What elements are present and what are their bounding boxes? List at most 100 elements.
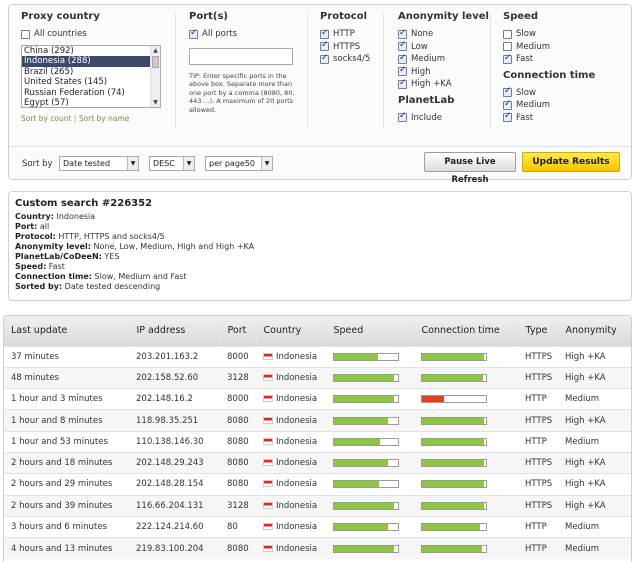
checkbox-icon[interactable] <box>503 86 512 98</box>
cell-speed-bar-fill <box>334 481 379 488</box>
country-option[interactable]: Egypt (57) <box>22 98 160 107</box>
checkbox-icon[interactable] <box>398 111 407 123</box>
cell-country: Indonesia <box>256 516 326 537</box>
header-connection-time[interactable]: Connection time <box>414 316 519 346</box>
checkbox-icon[interactable] <box>320 40 329 52</box>
sort-by-count-link[interactable]: Sort by count <box>21 114 72 123</box>
scroll-up-icon[interactable]: ▲ <box>151 46 160 55</box>
checkbox-icon[interactable] <box>398 53 407 64</box>
cell-last-update: 2 hours and 18 minutes <box>11 458 113 469</box>
country-option[interactable]: Russian Federation (74) <box>22 88 160 99</box>
cell-connection-time-bar-fill <box>422 417 485 424</box>
connection-time-option[interactable]: Slow <box>503 86 595 100</box>
checkbox-icon[interactable] <box>503 42 512 52</box>
cell-speed <box>326 431 414 452</box>
summary-line: Country: Indonesia <box>15 212 96 221</box>
checkbox-icon[interactable] <box>398 65 407 77</box>
header-country[interactable]: Country <box>256 316 327 346</box>
sort-bar: Sort by Date tested ▼ DESC ▼ per page50 … <box>9 146 631 185</box>
checkbox-icon[interactable] <box>189 28 198 39</box>
update-results-button[interactable]: Update Results <box>522 152 620 172</box>
speed-option[interactable]: Fast <box>503 53 595 66</box>
checkbox-icon[interactable] <box>320 53 329 64</box>
sort-separator: | <box>71 113 79 123</box>
checkbox-icon[interactable] <box>503 53 512 64</box>
cell-ip-address: 202.148.29.243 <box>136 458 204 469</box>
anonymity-option[interactable]: High <box>398 65 489 79</box>
header-port[interactable]: Port <box>220 316 257 346</box>
protocol-option[interactable]: socks4/5 <box>320 53 370 66</box>
country-option[interactable]: United States (145) <box>22 77 160 88</box>
cell-type: HTTPS <box>525 372 553 383</box>
flag-indonesia-icon <box>263 373 273 381</box>
all-ports-checkbox[interactable]: All ports <box>189 28 301 41</box>
cell-country: Indonesia <box>256 452 326 473</box>
table-row[interactable]: 3 hours and 6 minutes 222.124.214.60 80 Ind… <box>4 516 631 537</box>
checkbox-icon[interactable] <box>398 78 407 89</box>
cell-speed-bar <box>333 480 399 489</box>
header-last-update[interactable]: Last update <box>4 316 130 346</box>
speed-option[interactable]: Slow <box>503 28 595 41</box>
per-page-select[interactable]: per page50 ▼ <box>205 156 273 171</box>
table-row[interactable]: 1 hour and 8 minutes 118.98.35.251 8080 Ind… <box>4 409 631 432</box>
connection-time-option[interactable]: Medium <box>503 99 595 112</box>
protocol-option[interactable]: HTTP <box>320 28 370 41</box>
cell-country: Indonesia <box>256 431 326 452</box>
speed-filter: Speed SlowMediumFast Connection time Slo… <box>503 11 595 124</box>
cell-country: Indonesia <box>256 389 326 410</box>
checkbox-icon[interactable] <box>398 28 407 39</box>
flag-indonesia-icon <box>263 395 273 403</box>
table-row[interactable]: 48 minutes 202.158.52.60 3128 Indonesia HTTP… <box>4 367 631 389</box>
table-row[interactable]: 1 hour and 3 minutes 202.148.16.2 8000 Indo… <box>4 388 631 410</box>
anonymity-option[interactable]: Medium <box>398 53 489 66</box>
anonymity-option[interactable]: Low <box>398 40 489 54</box>
anonymity-option[interactable]: High +KA <box>398 78 489 91</box>
header-speed[interactable]: Speed <box>326 316 415 346</box>
speed-option[interactable]: Medium <box>503 41 595 54</box>
header-ip-address[interactable]: IP address <box>129 316 221 346</box>
country-option[interactable]: Brazil (265) <box>22 67 160 78</box>
ports-input[interactable] <box>189 47 293 65</box>
checkbox-icon[interactable] <box>398 40 407 52</box>
cell-speed <box>326 367 414 388</box>
pause-live-refresh-button[interactable]: Pause Live Refresh <box>424 152 516 185</box>
summary-line: Sorted by: Date tested descending <box>15 282 161 291</box>
table-row[interactable]: 37 minutes 203.201.163.2 8000 Indonesia HTTP… <box>4 346 631 367</box>
cell-speed-bar <box>333 544 399 553</box>
protocol-option[interactable]: HTTPS <box>320 40 370 54</box>
sort-field-select[interactable]: Date tested ▼ <box>59 156 139 171</box>
all-countries-checkbox[interactable]: All countries <box>21 28 161 41</box>
table-row[interactable]: 1 hour and 53 minutes 110.138.146.30 8080 I… <box>4 431 631 452</box>
anonymity-filter: Anonymity level NoneLowMediumHighHigh +K… <box>398 11 489 124</box>
table-row[interactable]: 4 hours and 13 minutes 219.83.100.204 8080… <box>4 537 631 559</box>
cell-type: HTTP <box>525 543 547 554</box>
chevron-down-icon: ▼ <box>127 157 138 170</box>
sort-by-name-link[interactable]: Sort by name <box>79 114 130 123</box>
flag-indonesia-icon <box>263 523 273 531</box>
cell-speed-bar-fill <box>334 545 394 552</box>
cell-port: 3128 <box>227 500 249 511</box>
header-anonymity[interactable]: Anonymity <box>558 316 631 346</box>
scroll-down-icon[interactable]: ▼ <box>151 98 160 107</box>
table-row[interactable]: 2 hours and 18 minutes 202.148.29.243 8080… <box>4 452 631 474</box>
country-list-scrollbar[interactable]: ▲ ▼ <box>150 45 160 107</box>
cell-type: HTTPS <box>525 479 553 490</box>
planetlab-include-checkbox[interactable]: Include <box>398 111 489 125</box>
checkbox-icon[interactable] <box>21 29 30 39</box>
country-option[interactable]: China (292) <box>22 46 160 57</box>
cell-anonymity: Medium <box>565 394 599 405</box>
country-listbox[interactable]: China (292) Indonesia (288) Brazil (265) Un… <box>21 44 161 108</box>
connection-time-option[interactable]: Fast <box>503 111 595 125</box>
cell-last-update: 1 hour and 8 minutes <box>11 415 103 426</box>
header-type[interactable]: Type <box>518 316 559 346</box>
checkbox-icon[interactable] <box>503 99 512 110</box>
scroll-thumb[interactable] <box>152 55 159 68</box>
checkbox-icon[interactable] <box>320 28 329 39</box>
anonymity-option[interactable]: None <box>398 28 489 41</box>
checkbox-icon[interactable] <box>503 29 512 39</box>
sort-order-select[interactable]: DESC ▼ <box>149 156 195 171</box>
table-row[interactable]: 2 hours and 39 minutes 116.66.204.131 3128… <box>4 495 631 517</box>
country-option[interactable]: Indonesia (288) <box>22 56 160 67</box>
table-row[interactable]: 2 hours and 29 minutes 202.148.28.154 8080… <box>4 473 631 495</box>
checkbox-icon[interactable] <box>503 111 512 123</box>
